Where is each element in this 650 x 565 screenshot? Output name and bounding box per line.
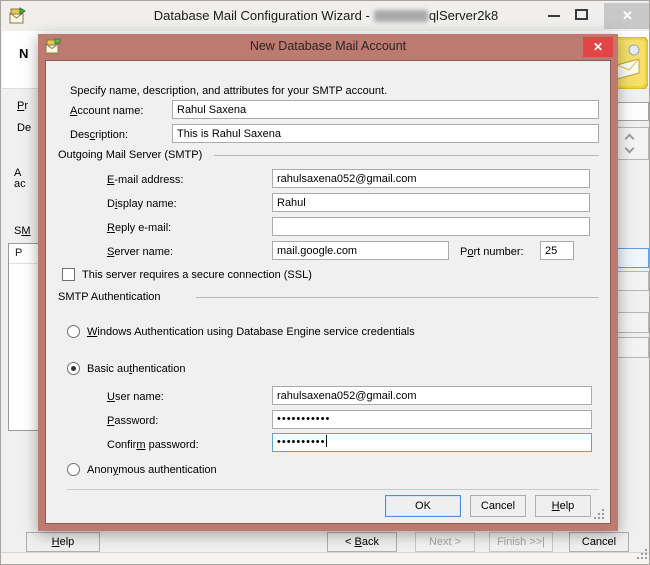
confirm-password-input[interactable]: •••••••••• [272, 433, 592, 452]
move-up-down-buttons-partial[interactable] [616, 127, 649, 160]
reply-email-input[interactable] [272, 217, 590, 236]
wizard-cancel-button[interactable]: Cancel [569, 532, 629, 552]
ssl-checkbox[interactable] [62, 268, 75, 281]
chevron-down-icon [624, 143, 635, 154]
smtp-group-line [214, 155, 599, 156]
new-database-mail-account-dialog: New Database Mail Account ✕ Specify name… [38, 34, 618, 531]
help-button[interactable]: Help [535, 495, 591, 517]
display-name-label: Display name: [107, 198, 177, 210]
close-icon[interactable]: ✕ [604, 3, 649, 29]
email-address-input[interactable] [272, 169, 590, 188]
description-label: Description: [70, 129, 129, 141]
wizard-back-button[interactable]: < Back [327, 532, 397, 552]
auth-group-title: SMTP Authentication [58, 291, 161, 303]
wizard-help-button[interactable]: Help [26, 532, 100, 552]
dialog-content: Specify name, description, and attribute… [45, 60, 611, 524]
basic-auth-label[interactable]: Basic authentication [87, 363, 185, 375]
ok-button[interactable]: OK [385, 495, 461, 517]
password-label: Password: [107, 415, 159, 427]
dialog-resize-grip[interactable] [598, 513, 600, 515]
wizard-page-heading-fragment: N [19, 46, 29, 61]
info-text-fragment-line2: ac [14, 178, 26, 190]
maximize-icon[interactable] [575, 9, 588, 20]
dialog-titlebar[interactable]: New Database Mail Account ✕ [38, 34, 618, 60]
wizard-side-button-partial3[interactable] [617, 337, 649, 358]
dialog-intro-text: Specify name, description, and attribute… [70, 85, 388, 97]
anonymous-auth-label[interactable]: Anonymous authentication [87, 464, 217, 476]
user-name-label: User name: [107, 391, 164, 403]
main-window-titlebar[interactable]: Database Mail Configuration Wizard - qlSe… [1, 1, 649, 31]
confirm-password-label: Confirm password: [107, 439, 199, 451]
wizard-side-button-partial2[interactable] [617, 312, 649, 333]
display-name-input[interactable] [272, 193, 590, 212]
smtp-group-title: Outgoing Mail Server (SMTP) [58, 149, 203, 161]
minimize-icon[interactable] [548, 15, 560, 17]
password-input[interactable]: ••••••••••• [272, 410, 592, 429]
port-number-input[interactable] [540, 241, 574, 260]
server-name-label: Server name: [107, 246, 174, 258]
radio-selected-dot [71, 366, 76, 371]
wizard-next-button[interactable]: Next > [415, 532, 475, 552]
add-account-button-partial[interactable] [616, 248, 649, 268]
dialog-title: New Database Mail Account [249, 39, 407, 53]
dialog-close-icon[interactable]: ✕ [583, 37, 613, 57]
buttons-divider [67, 489, 599, 490]
port-number-label: Port number: [460, 246, 524, 258]
anonymous-auth-radio[interactable] [67, 463, 80, 476]
description-label-fragment: De [17, 122, 32, 134]
user-name-input[interactable] [272, 386, 592, 405]
redacted-text [373, 9, 428, 22]
chevron-up-icon [624, 133, 635, 144]
profile-name-label-fragment: Pr [17, 100, 29, 112]
remove-account-button-partial[interactable] [616, 271, 649, 291]
email-address-label: E-mail address: [107, 174, 184, 186]
windows-auth-label[interactable]: Windows Authentication using Database En… [87, 326, 415, 338]
server-name-input[interactable] [272, 241, 449, 260]
smtp-accounts-label-fragment: SM [14, 225, 31, 237]
basic-auth-radio[interactable] [67, 362, 80, 375]
wizard-finish-button[interactable]: Finish >>| [489, 532, 553, 552]
screen: Database Mail Configuration Wizard - qlSe… [0, 0, 650, 565]
wizard-side-button-partial[interactable] [617, 102, 649, 121]
window-bottom-strip [1, 552, 649, 564]
auth-group-line [196, 297, 599, 298]
ssl-checkbox-label[interactable]: This server requires a secure connection… [82, 269, 312, 281]
reply-email-label: Reply e-mail: [107, 222, 172, 234]
description-input[interactable] [172, 124, 599, 143]
windows-auth-radio[interactable] [67, 325, 80, 338]
window-resize-grip[interactable] [641, 553, 643, 555]
cancel-button[interactable]: Cancel [470, 495, 526, 517]
text-cursor [325, 435, 327, 447]
account-name-label: Account name: [70, 105, 144, 117]
account-name-input[interactable] [172, 100, 599, 119]
